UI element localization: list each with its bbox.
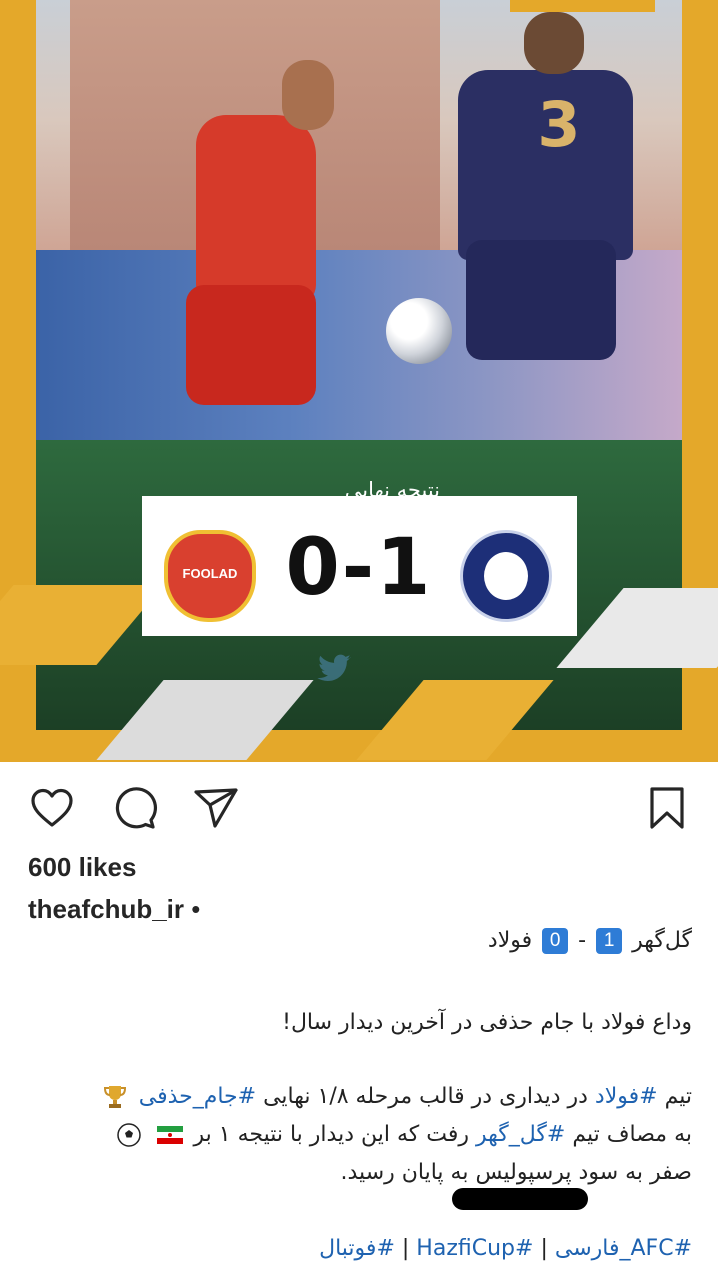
caption-headline: وداع فولاد با جام حذفی در آخرین دیدار سا… [282,1010,692,1035]
bookmark-icon[interactable] [643,784,691,832]
post-image[interactable]: 3 نتیجه نهایی FOOLAD 0-1 [0,0,718,762]
match-score: 0-1 [285,523,433,613]
score-badge-b: 0 [542,928,569,954]
trophy-icon [101,1084,129,1110]
redaction-mark [452,1188,588,1210]
caption-line-3: تیم #فولاد در دیداری در قالب مرحله ۱/۸ ن… [98,1084,692,1110]
author-username[interactable]: theafchub_ir [28,894,184,924]
caption-team-a: گل‌گهر [632,928,692,953]
twitter-bird-watermark-icon [312,648,356,688]
caption-line-5: صفر به سود پرسپولیس به پایان رسید. [340,1160,692,1185]
caption-text: در دیداری در قالب مرحله ۱/۸ نهایی [263,1084,588,1109]
jersey-number: 3 [537,88,581,161]
tag-separator: | [540,1236,548,1261]
author-row: theafchub_ir • [28,894,200,925]
caption-score-line: گل‌گهر 1 - 0 فولاد [488,928,692,954]
caption-text: به مصاف تیم [572,1122,692,1147]
red-player-shorts [186,285,316,405]
caption-dash: - [578,928,587,953]
likes-count[interactable]: 600 likes [28,852,136,883]
yellow-accent-bar [510,0,655,12]
blue-player-head [524,12,584,74]
iran-flag-icon [156,1122,184,1148]
foolad-logo-text: FOOLAD [182,566,238,581]
heart-icon[interactable] [28,784,76,832]
hashtag-link[interactable]: #فوتبال [319,1236,395,1261]
score-badge-a: 1 [596,928,623,954]
post-actions-bar [0,780,718,836]
hashtag-link[interactable]: #فولاد [595,1084,658,1109]
caption-text: تیم [664,1084,692,1109]
caption-team-b: فولاد [487,928,533,953]
hashtag-link[interactable]: #جام_حذفی [139,1084,256,1109]
hashtag-link[interactable]: #HazfiCup [416,1236,533,1261]
red-player-head [282,60,334,130]
hashtag-link[interactable]: #AFC_فارسی [555,1236,692,1261]
golgohar-logo-emblem [484,552,528,600]
comment-icon[interactable] [110,784,158,832]
blue-player-shorts [466,240,616,360]
caption-text: رفت که این دیدار با نتیجه ۱ بر [193,1122,469,1147]
caption-tags-line: #AFC_فارسی | #HazfiCup | #فوتبال [319,1236,692,1261]
soccer-ball-icon [115,1122,143,1148]
red-player [196,115,316,305]
separator-dot: • [191,894,201,924]
caption-line-4: به مصاف تیم #گل_گهر رفت که این دیدار با … [112,1122,692,1148]
send-icon[interactable] [192,784,240,832]
tag-separator: | [401,1236,410,1261]
football [386,298,452,364]
hashtag-link[interactable]: #گل_گهر [476,1122,565,1147]
